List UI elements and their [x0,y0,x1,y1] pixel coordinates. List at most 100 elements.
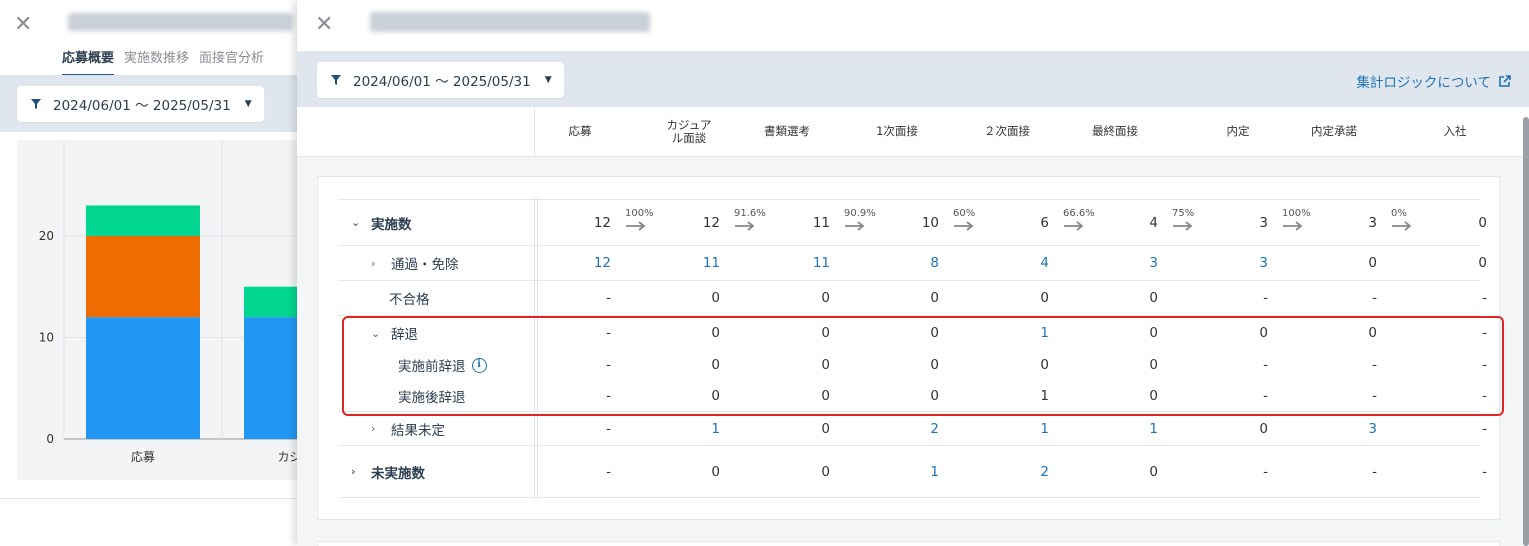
column-header-1: カジュア ル面談 [666,118,712,145]
cell-value[interactable]: 1 [680,421,720,437]
cell-value[interactable]: 1 [899,464,939,480]
cell-value: - [1372,463,1377,480]
cell-value: 0 [821,290,830,306]
cell-value: 0 [1259,420,1268,437]
arrow-right-icon [735,221,755,231]
row-label-text: 結果未定 [391,422,445,439]
conversion-rate: 60% [953,208,976,219]
arrow-right-icon [626,221,646,231]
cell-value[interactable]: 12 [571,255,611,271]
tab-count-trend[interactable]: 実施数推移 [124,47,189,76]
cell-value: - [606,420,611,437]
column-header-7: 内定承諾 [1311,124,1357,138]
highlight-box-withdrawal [342,316,1504,416]
aggregation-logic-link[interactable]: 集計ロジックについて [1356,71,1512,91]
cell-value: 0 [711,290,720,306]
cell-value: 0 [1478,214,1487,231]
cell-value[interactable]: 3 [1228,255,1268,271]
table-row-7[interactable]: › 未実施数 - 0 0 1 2 0 - - - [338,446,1487,498]
row-label-0: ⌄ 実施数 [351,213,412,233]
row-label-text: 実施数 [371,216,412,233]
cell-value[interactable]: 2 [899,421,939,437]
cell-value[interactable]: 2 [1009,464,1049,480]
filter-icon [331,75,341,85]
table-column-header: 応募 カジュア ル面談 書類選考 1次面接 ２次面接 最終面接 内定 内定承諾 入社 [297,107,1529,157]
cell-value: 10 [921,214,939,231]
vertical-scrollbar[interactable] [1523,117,1529,546]
background-bottom-area [0,498,300,546]
drawer-date-filter-label: 2024/06/01 〜 2025/05/31 [353,74,531,90]
tab-interviewer-analysis[interactable]: 面接官分析 [199,47,264,76]
tab-application-overview[interactable]: 応募概要 [62,47,115,76]
drawer-date-filter-button[interactable]: 2024/06/01 〜 2025/05/31 ▼ [317,62,564,98]
column-header-4: ２次面接 [984,124,1030,138]
chevron-right-icon[interactable]: › [351,465,363,478]
row-label-7: › 未実施数 [351,462,425,482]
table-row-0[interactable]: ⌄ 実施数 12 12 11 10 6 4 3 3 0 100% 91.6% 90.9% 60% 66.6% 7… [338,199,1487,246]
cell-value: - [1263,290,1268,306]
funnel-detail-drawer: ✕ 2024/06/01 〜 2025/05/31 ▼ 集計ロジックについて 応… [297,0,1529,546]
row-label-text: 未実施数 [371,465,425,482]
row-label-2: 不合格 [389,288,430,308]
cell-value[interactable]: 1 [1009,421,1049,437]
row-label-1: › 通過・免除 [371,253,459,274]
bar-segment [86,205,200,236]
cell-value: 0 [1149,463,1158,480]
conversion-rate: 91.6% [734,208,766,219]
chevron-right-icon[interactable]: › [371,422,383,435]
column-header-0: 応募 [568,124,592,138]
bar-segment [86,317,200,439]
chevron-down-icon: ▼ [544,75,552,85]
chevron-down-icon: ▼ [244,99,252,109]
stacked-bar-chart: 01020応募カジュア [39,140,358,464]
drawer-close-icon[interactable]: ✕ [315,14,333,36]
cell-value: 3 [1368,214,1377,231]
column-header-3: 1次面接 [876,124,918,138]
background-date-filter-label: 2024/06/01 〜 2025/05/31 [53,98,231,114]
drawer-toolbar: 2024/06/01 〜 2025/05/31 ▼ 集計ロジックについて [297,52,1529,107]
column-header-5: 最終面接 [1092,124,1138,138]
column-header-2: 書類選考 [764,124,810,138]
background-tabs: 応募概要 実施数推移 面接官分析 [62,47,264,76]
conversion-rate: 100% [625,208,654,219]
column-header-6: 内定 [1226,124,1250,138]
cell-value: - [1482,463,1487,480]
table-row-1[interactable]: › 通過・免除 12 11 11 8 4 3 3 0 0 [338,246,1487,281]
cell-value[interactable]: 11 [790,255,830,271]
cell-value[interactable]: 1 [1118,421,1158,437]
cell-value: 0 [1149,290,1158,306]
cell-value[interactable]: 11 [680,255,720,271]
arrow-right-icon [1173,221,1193,231]
bar-segment [86,235,200,318]
table-row-6[interactable]: › 結果未定 - 1 0 2 1 1 0 3 - [338,412,1487,446]
x-category-label: 応募 [131,450,155,464]
column-header-8: 入社 [1443,124,1467,138]
cell-value: - [606,290,611,306]
background-filter-bar: 2024/06/01 〜 2025/05/31 ▼ [0,75,300,132]
arrow-right-icon [1064,221,1084,231]
row-label-6: › 結果未定 [371,419,445,439]
next-card-edge [317,541,1500,546]
y-tick-label: 20 [39,229,54,243]
cell-value[interactable]: 3 [1118,255,1158,271]
background-date-filter-button[interactable]: 2024/06/01 〜 2025/05/31 ▼ [17,86,264,122]
conversion-rate: 0% [1391,208,1407,219]
cell-value: - [606,463,611,480]
background-title-redacted [68,13,293,31]
conversion-rate: 100% [1282,208,1311,219]
cell-value: 0 [1040,290,1049,306]
chevron-down-icon[interactable]: ⌄ [351,216,363,229]
chevron-right-icon[interactable]: › [371,257,383,270]
cell-value: 12 [702,214,720,231]
cell-value: 0 [821,420,830,437]
cell-value[interactable]: 8 [899,255,939,271]
background-close-icon[interactable]: ✕ [14,14,32,36]
cell-value[interactable]: 3 [1337,421,1377,437]
cell-value[interactable]: 4 [1009,255,1049,271]
arrow-right-icon [1392,221,1412,231]
cell-value: 12 [593,214,611,231]
cell-value: 0 [930,290,939,306]
cell-value: 11 [812,214,830,231]
cell-value: 3 [1259,214,1268,231]
drawer-title-redacted [370,12,650,32]
